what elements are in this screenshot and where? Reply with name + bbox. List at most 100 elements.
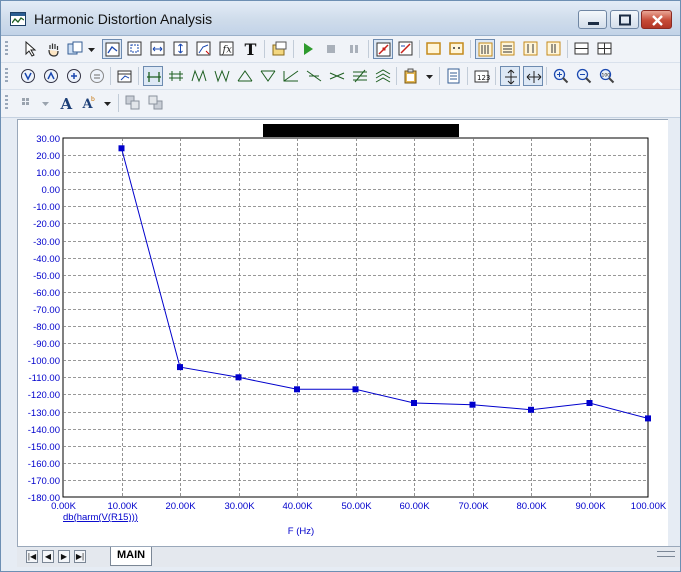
dropdown-arrow-icon[interactable]: [39, 93, 51, 113]
split-grid-icon[interactable]: [595, 39, 615, 59]
frame-dots-icon[interactable]: [447, 39, 467, 59]
measure-7-icon[interactable]: [281, 66, 301, 86]
run-icon[interactable]: [298, 39, 318, 59]
tab-scroll-next-button[interactable]: ▶: [58, 550, 70, 563]
y-tick-label: -160.00: [28, 459, 60, 470]
toolbar-analysis: 123 100: [1, 63, 680, 90]
dropdown-arrow-icon[interactable]: [101, 93, 113, 113]
fit-vertical-icon[interactable]: [500, 66, 520, 86]
y-tick-label: 20.00: [36, 151, 60, 162]
go-2-icon[interactable]: [41, 66, 61, 86]
go-3-icon[interactable]: [64, 66, 84, 86]
go-1-icon[interactable]: [18, 66, 38, 86]
plot-area[interactable]: 30.00 20.00 10.00 0.00 -10.00 -20.00 -30.00 -40…: [17, 119, 668, 547]
toolbar-grip[interactable]: [5, 68, 8, 84]
stop-icon[interactable]: [321, 39, 341, 59]
x-tick-label: 50.00K: [341, 501, 372, 512]
cursor-graph-icon[interactable]: [194, 39, 214, 59]
trace-red-icon[interactable]: [373, 39, 393, 59]
svg-text:100: 100: [602, 73, 611, 79]
measure-9-icon[interactable]: [327, 66, 347, 86]
zoom-out-icon[interactable]: [574, 66, 594, 86]
grid-icon[interactable]: [19, 93, 39, 113]
measure-11-icon[interactable]: [373, 66, 393, 86]
y-tick-label: -150.00: [28, 442, 60, 453]
data-point: [118, 145, 125, 152]
svg-text:fx: fx: [222, 45, 233, 56]
svg-text:T: T: [245, 41, 257, 57]
function-icon[interactable]: fx: [217, 39, 237, 59]
clipboard-icon[interactable]: [401, 66, 421, 86]
measure-4-icon[interactable]: [212, 66, 232, 86]
measure-5-icon[interactable]: [235, 66, 255, 86]
bring-front-icon[interactable]: [123, 93, 143, 113]
scale-x-icon[interactable]: [148, 39, 168, 59]
scale-mode-icon[interactable]: [102, 39, 122, 59]
list-view-icon[interactable]: [444, 66, 464, 86]
dropdown-arrow-icon[interactable]: [85, 39, 97, 59]
layout-4-icon[interactable]: [544, 39, 564, 59]
trace-alt-icon[interactable]: [396, 39, 416, 59]
measure-3-icon[interactable]: [189, 66, 209, 86]
properties-icon[interactable]: [269, 39, 289, 59]
tab-scroll-last-button[interactable]: ▶|: [74, 550, 86, 563]
x-tick-label: 100.00K: [631, 501, 667, 512]
go-4-icon[interactable]: [87, 66, 107, 86]
x-tick-label: 70.00K: [458, 501, 489, 512]
data-point: [352, 386, 359, 393]
select-arrow-icon[interactable]: [21, 39, 41, 59]
data-point: [469, 401, 476, 408]
harmonic-distortion-chart[interactable]: 30.00 20.00 10.00 0.00 -10.00 -20.00 -30.00 -40…: [18, 120, 668, 547]
measure-8-icon[interactable]: [304, 66, 324, 86]
title-bar[interactable]: Harmonic Distortion Analysis: [1, 1, 680, 36]
y-tick-label: -40.00: [33, 254, 60, 265]
frame-icon[interactable]: [424, 39, 444, 59]
fit-horizontal-icon[interactable]: [523, 66, 543, 86]
tab-main[interactable]: MAIN: [110, 547, 153, 566]
data-point: [235, 374, 242, 381]
y-tick-label: -60.00: [33, 288, 60, 299]
y-tick-label: -50.00: [33, 271, 60, 282]
layout-3-icon[interactable]: [521, 39, 541, 59]
measure-6-icon[interactable]: [258, 66, 278, 86]
measure-1-icon[interactable]: [143, 66, 163, 86]
plot-frame: [62, 137, 649, 498]
tab-scroll-first-button[interactable]: |◀: [26, 550, 38, 563]
zoom-in-icon[interactable]: [551, 66, 571, 86]
pause-icon[interactable]: [344, 39, 364, 59]
layout-1-icon[interactable]: [475, 39, 495, 59]
y-tick-label: -90.00: [33, 339, 60, 350]
y-tick-label: -30.00: [33, 237, 60, 248]
maximize-button[interactable]: [610, 10, 639, 29]
layout-2-icon[interactable]: [498, 39, 518, 59]
measure-10-icon[interactable]: [350, 66, 370, 86]
send-back-icon[interactable]: [146, 93, 166, 113]
horizontal-scrollbar[interactable]: [657, 551, 675, 557]
data-point: [645, 415, 651, 422]
text-tool-icon[interactable]: T: [241, 39, 261, 59]
toolbar-main: fx T: [1, 36, 680, 63]
font-color-icon[interactable]: Ab: [80, 93, 100, 113]
scale-y-icon[interactable]: [171, 39, 191, 59]
data-point: [411, 400, 417, 406]
data-labels-icon[interactable]: 123: [472, 66, 492, 86]
toolbar-grip[interactable]: [5, 95, 8, 111]
series-label[interactable]: db(harm(V(R15))): [63, 512, 138, 523]
minimize-button[interactable]: [578, 10, 607, 29]
toolbar-grip[interactable]: [5, 41, 8, 57]
zoom-100-icon[interactable]: 100: [597, 66, 617, 86]
pan-hand-icon[interactable]: [44, 39, 64, 59]
zoom-box-icon[interactable]: [125, 39, 145, 59]
y-tick-label: -70.00: [33, 305, 60, 316]
cursor-table-icon[interactable]: [115, 66, 135, 86]
split-horizontal-icon[interactable]: [572, 39, 592, 59]
x-axis-label: F (Hz): [288, 526, 314, 537]
close-button[interactable]: [641, 10, 672, 29]
tab-scroll-prev-button[interactable]: ◀: [42, 550, 54, 563]
dropdown-arrow-icon[interactable]: [423, 66, 435, 86]
data-point: [177, 364, 183, 371]
measure-2-icon[interactable]: [166, 66, 186, 86]
x-tick-label: 60.00K: [399, 501, 430, 512]
copy-graph-icon[interactable]: [65, 39, 85, 59]
font-icon[interactable]: A: [57, 93, 77, 113]
